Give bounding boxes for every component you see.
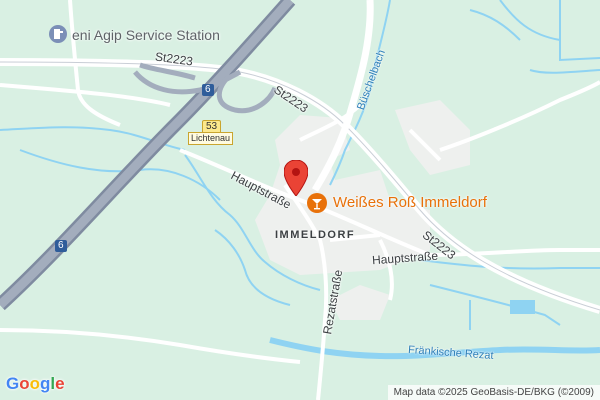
agip-station-label[interactable]: eni Agip Service Station [72, 27, 220, 43]
weisses-ross-label[interactable]: Weißes Roß Immeldorf [333, 194, 487, 211]
fuel-icon[interactable] [48, 24, 68, 49]
logo-letter: G [6, 374, 20, 393]
lichtenau-sign: Lichtenau [188, 132, 234, 145]
logo-letter: g [40, 374, 51, 393]
pond [510, 300, 535, 314]
logo-letter: o [19, 374, 30, 393]
map-pin-icon[interactable] [283, 159, 309, 201]
cocktail-bar-icon[interactable] [306, 192, 328, 219]
map-attribution[interactable]: Map data ©2025 GeoBasis-DE/BKG (©2009) [387, 385, 600, 400]
immeldorf-label: IMMELDORF [275, 229, 356, 241]
map-view[interactable]: eni Agip Service Station St2223 St2223 S… [0, 0, 600, 400]
a6-shield-north: 6 [202, 84, 214, 96]
logo-letter: o [29, 374, 41, 393]
google-logo: Google [6, 374, 65, 394]
logo-letter: e [55, 374, 65, 393]
a6-shield-south: 6 [55, 240, 67, 252]
